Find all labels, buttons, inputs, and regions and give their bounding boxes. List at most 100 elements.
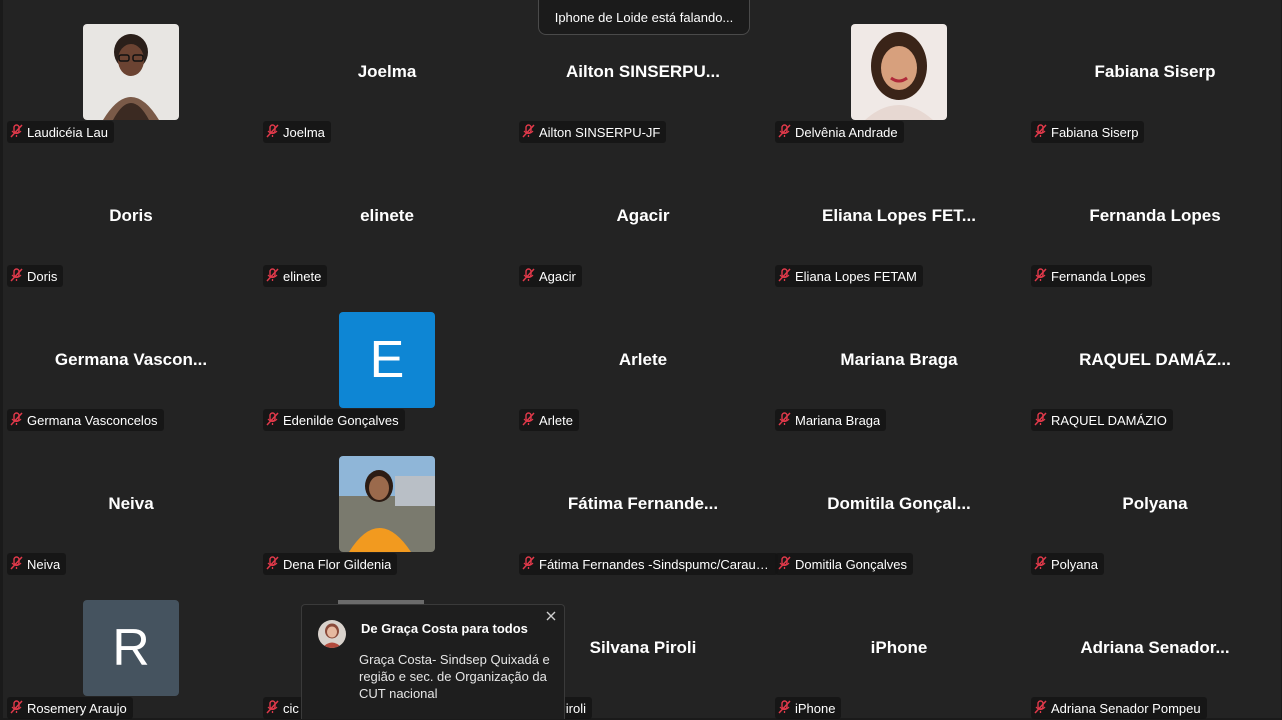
participant-name-label: Arlete bbox=[519, 409, 579, 431]
participant-name-label: elinete bbox=[263, 265, 328, 287]
participant-name-text: elinete bbox=[283, 268, 322, 284]
participant-name-text: Mariana Braga bbox=[795, 412, 881, 428]
participant-display-name: Mariana Braga bbox=[840, 350, 958, 369]
video-gallery-grid: Laudicéia Lau Joelma Joelma Ailton SINSERPU… bbox=[3, 0, 1282, 720]
participant-name-text: RAQUEL DAMÁZIO bbox=[1051, 412, 1167, 428]
participant-name-label: Polyana bbox=[1031, 553, 1104, 575]
participant-tile[interactable]: Domitila Gonçal... Domitila Gonçalves bbox=[771, 432, 1027, 576]
participant-name-text: Delvênia Andrade bbox=[795, 124, 898, 140]
participant-display-name: Fátima Fernande... bbox=[567, 494, 719, 513]
participant-letter-avatar: E bbox=[339, 312, 435, 408]
participant-tile[interactable]: iPhone iPhone bbox=[771, 576, 1027, 720]
participant-tile[interactable]: Fabiana Siserp Fabiana Siserp bbox=[1027, 0, 1282, 144]
participant-name-label: Agacir bbox=[519, 265, 582, 287]
participant-tile[interactable]: Neiva Neiva bbox=[3, 432, 259, 576]
muted-microphone-icon bbox=[10, 267, 23, 285]
participant-tile[interactable]: Adriana Senador... Adriana Senador Pompeu bbox=[1027, 576, 1282, 720]
participant-name-text: Eliana Lopes FETAM bbox=[795, 268, 917, 284]
participant-name-label: Mariana Braga bbox=[775, 409, 887, 431]
muted-microphone-icon bbox=[10, 555, 23, 573]
participant-name-text: Laudicéia Lau bbox=[27, 124, 108, 140]
muted-microphone-icon bbox=[778, 411, 791, 429]
muted-microphone-icon bbox=[522, 123, 535, 141]
participant-tile[interactable]: Germana Vascon... Germana Vasconcelos bbox=[3, 288, 259, 432]
participant-name-label: Edenilde Gonçalves bbox=[263, 409, 405, 431]
muted-microphone-icon bbox=[778, 555, 791, 573]
participant-display-name: Ailton SINSERPU... bbox=[566, 62, 720, 81]
participant-photo bbox=[851, 24, 947, 120]
participant-name-text: Dena Flor Gildenia bbox=[283, 556, 392, 572]
participant-display-name: Arlete bbox=[618, 350, 668, 369]
muted-microphone-icon bbox=[266, 411, 279, 429]
participant-tile[interactable]: elinete elinete bbox=[259, 144, 515, 288]
participant-name-label: cic bbox=[263, 697, 305, 719]
participant-name-text: Fernanda Lopes bbox=[1051, 268, 1146, 284]
participant-display-name: elinete bbox=[360, 206, 414, 225]
participant-tile[interactable]: Fátima Fernande... Fátima Fernandes -Sind… bbox=[515, 432, 778, 576]
participant-name-label: Doris bbox=[7, 265, 64, 287]
participant-name-text: Germana Vasconcelos bbox=[27, 412, 158, 428]
active-speaker-banner: Iphone de Loide está falando... bbox=[538, 0, 750, 35]
participant-name-label: Neiva bbox=[7, 553, 67, 575]
muted-microphone-icon bbox=[778, 123, 791, 141]
participant-name-text: Edenilde Gonçalves bbox=[283, 412, 399, 428]
participant-photo bbox=[339, 456, 435, 552]
participant-display-name: Doris bbox=[109, 206, 153, 225]
participant-name-label: Delvênia Andrade bbox=[775, 121, 904, 143]
chat-notification-popup[interactable]: De Graça Costa para todos Graça Costa- S… bbox=[301, 604, 565, 719]
participant-name-label: Adriana Senador Pompeu bbox=[1031, 697, 1207, 719]
muted-microphone-icon bbox=[522, 267, 535, 285]
participant-tile[interactable]: Polyana Polyana bbox=[1027, 432, 1282, 576]
participant-name-text: Doris bbox=[27, 268, 58, 284]
participant-name-text: Adriana Senador Pompeu bbox=[1051, 700, 1201, 716]
participant-tile[interactable]: Arlete Arlete bbox=[515, 288, 771, 432]
participant-name-label: Eliana Lopes FETAM bbox=[775, 265, 923, 287]
participant-tile[interactable]: Mariana Braga Mariana Braga bbox=[771, 288, 1027, 432]
participant-name-text: iPhone bbox=[795, 700, 836, 716]
muted-microphone-icon bbox=[266, 267, 279, 285]
participant-letter-avatar: R bbox=[83, 600, 179, 696]
participant-name-text: Polyana bbox=[1051, 556, 1098, 572]
participant-display-name: Eliana Lopes FET... bbox=[822, 206, 976, 225]
participant-tile[interactable]: R Rosemery Araujo bbox=[3, 576, 259, 720]
participant-name-label: Domitila Gonçalves bbox=[775, 553, 913, 575]
participant-name-label: Germana Vasconcelos bbox=[7, 409, 164, 431]
participant-tile[interactable]: RAQUEL DAMÁZ... RAQUEL DAMÁZIO bbox=[1027, 288, 1282, 432]
muted-microphone-icon bbox=[1034, 123, 1047, 141]
participant-tile[interactable]: Joelma Joelma bbox=[259, 0, 515, 144]
chat-sender: De Graça Costa para todos bbox=[361, 621, 528, 636]
participant-tile[interactable]: Eliana Lopes FET... Eliana Lopes FETAM bbox=[771, 144, 1027, 288]
sender-avatar bbox=[318, 620, 346, 648]
participant-name-label: iPhone bbox=[775, 697, 842, 719]
muted-microphone-icon bbox=[10, 411, 23, 429]
participant-display-name: iPhone bbox=[870, 638, 928, 657]
participant-tile[interactable]: Doris Doris bbox=[3, 144, 259, 288]
participant-tile[interactable]: Dena Flor Gildenia bbox=[259, 432, 515, 576]
participant-tile[interactable]: Laudicéia Lau bbox=[3, 0, 259, 144]
participant-display-name: RAQUEL DAMÁZ... bbox=[1079, 350, 1231, 369]
participant-display-name: Adriana Senador... bbox=[1080, 638, 1230, 657]
muted-microphone-icon bbox=[1034, 555, 1047, 573]
participant-name-text: Fabiana Siserp bbox=[1051, 124, 1139, 140]
muted-microphone-icon bbox=[1034, 411, 1047, 429]
participant-tile[interactable]: Delvênia Andrade bbox=[771, 0, 1027, 144]
close-icon[interactable] bbox=[544, 609, 558, 623]
muted-microphone-icon bbox=[522, 411, 535, 429]
participant-name-text: Joelma bbox=[283, 124, 325, 140]
participant-tile[interactable]: Fernanda Lopes Fernanda Lopes bbox=[1027, 144, 1282, 288]
active-speaker-text: Iphone de Loide está falando... bbox=[554, 9, 734, 25]
muted-microphone-icon bbox=[778, 699, 791, 717]
muted-microphone-icon bbox=[522, 555, 535, 573]
participant-display-name: Neiva bbox=[108, 494, 154, 513]
muted-microphone-icon bbox=[1034, 267, 1047, 285]
participant-name-label: Laudicéia Lau bbox=[7, 121, 114, 143]
participant-name-text: cic bbox=[283, 700, 299, 716]
participant-tile[interactable]: E Edenilde Gonçalves bbox=[259, 288, 515, 432]
participant-name-text: Ailton SINSERPU-JF bbox=[539, 124, 661, 140]
participant-display-name: Fabiana Siserp bbox=[1094, 62, 1216, 81]
participant-display-name: Agacir bbox=[616, 206, 670, 225]
participant-tile[interactable]: Agacir Agacir bbox=[515, 144, 771, 288]
participant-display-name: Domitila Gonçal... bbox=[827, 494, 971, 513]
muted-microphone-icon bbox=[1034, 699, 1047, 717]
muted-microphone-icon bbox=[10, 123, 23, 141]
